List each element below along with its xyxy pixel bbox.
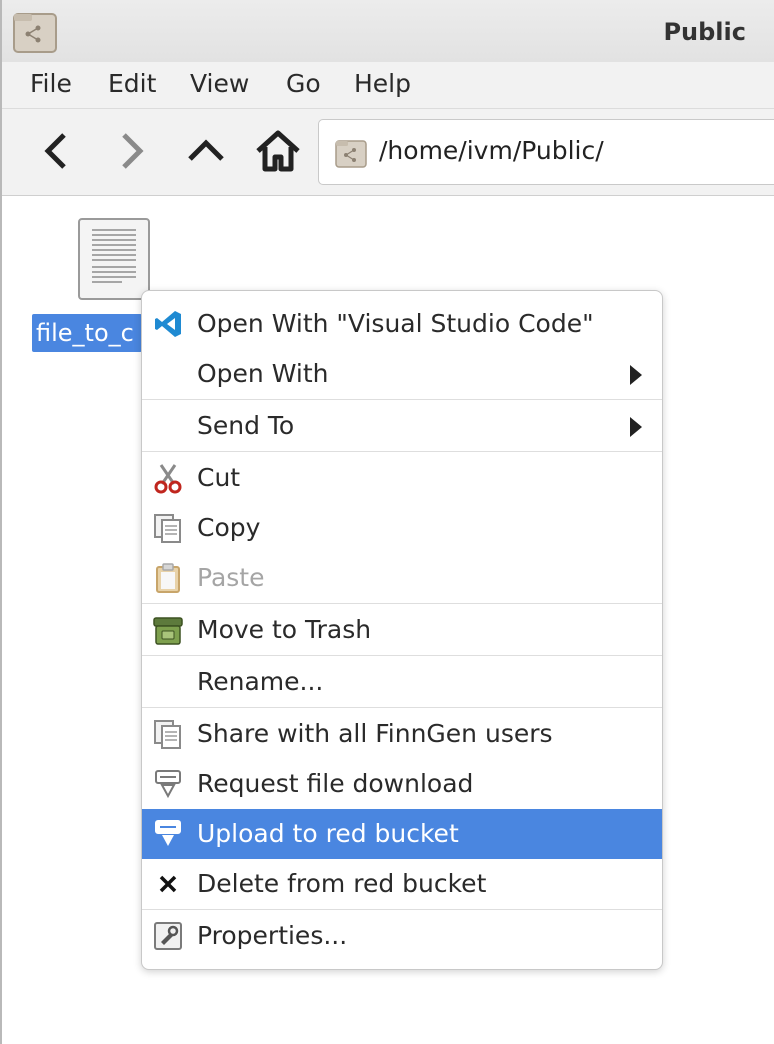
vscode-icon (155, 311, 181, 337)
menu-item-label: Open With "Visual Studio Code" (197, 309, 594, 338)
text-document-icon[interactable] (78, 218, 150, 300)
submenu-arrow-icon (630, 365, 642, 385)
menu-item-cut[interactable]: Cut (142, 453, 662, 503)
menu-item-open-with-vscode[interactable]: Open With "Visual Studio Code" (142, 299, 662, 349)
menu-view[interactable]: View (186, 69, 253, 98)
location-bar[interactable]: /home/ivm/Public/ (318, 119, 774, 185)
x-icon (159, 875, 177, 893)
paste-icon (156, 563, 180, 593)
file-manager-window: Public File Edit View Go Help /home/ivm/… (0, 0, 774, 1044)
shared-folder-icon (13, 13, 57, 53)
download-request-icon (155, 770, 181, 799)
upload-icon (155, 820, 181, 846)
context-menu: Open With "Visual Studio Code" Open With… (141, 290, 663, 970)
menu-item-label: Copy (197, 513, 261, 542)
home-icon[interactable] (254, 127, 302, 175)
menu-separator (142, 707, 662, 708)
menu-item-rename[interactable]: Rename... (142, 657, 662, 707)
menu-item-label: Open With (197, 359, 329, 388)
menu-help[interactable]: Help (350, 69, 415, 98)
trash-icon (153, 617, 183, 645)
menu-item-delete-red-bucket[interactable]: Delete from red bucket (142, 859, 662, 909)
up-arrow-icon[interactable] (182, 127, 230, 175)
menu-bar: File Edit View Go Help (2, 62, 774, 109)
scissors-icon (154, 464, 182, 494)
window-title: Public (663, 18, 746, 46)
copy-icon (154, 514, 181, 543)
forward-arrow-icon[interactable] (108, 127, 156, 175)
menu-item-properties[interactable]: Properties... (142, 911, 662, 961)
menu-item-label: Delete from red bucket (197, 869, 487, 898)
location-path[interactable]: /home/ivm/Public/ (379, 136, 604, 165)
menu-item-move-to-trash[interactable]: Move to Trash (142, 605, 662, 655)
menu-edit[interactable]: Edit (104, 69, 160, 98)
menu-separator (142, 603, 662, 604)
menu-file[interactable]: File (26, 69, 76, 98)
toolbar: /home/ivm/Public/ (2, 109, 774, 196)
menu-item-open-with[interactable]: Open With (142, 349, 662, 399)
menu-item-label: Paste (197, 563, 265, 592)
menu-item-paste: Paste (142, 553, 662, 603)
share-icon (154, 720, 181, 749)
menu-item-label: Upload to red bucket (197, 819, 459, 848)
menu-item-label: Properties... (197, 921, 348, 950)
file-name-label[interactable]: file_to_c (32, 314, 142, 352)
submenu-arrow-icon (630, 417, 642, 437)
menu-separator (142, 399, 662, 400)
menu-item-label: Move to Trash (197, 615, 372, 644)
menu-separator (142, 655, 662, 656)
menu-item-label: Rename... (197, 667, 324, 696)
title-bar: Public (2, 0, 774, 63)
menu-item-share-with-finngen[interactable]: Share with all FinnGen users (142, 709, 662, 759)
menu-item-copy[interactable]: Copy (142, 503, 662, 553)
menu-item-label: Share with all FinnGen users (197, 719, 553, 748)
menu-item-label: Cut (197, 463, 241, 492)
menu-item-send-to[interactable]: Send To (142, 401, 662, 451)
shared-folder-icon (335, 140, 367, 168)
menu-separator (142, 909, 662, 910)
menu-item-upload-red-bucket[interactable]: Upload to red bucket (142, 809, 662, 859)
back-arrow-icon[interactable] (34, 127, 82, 175)
menu-item-request-download[interactable]: Request file download (142, 759, 662, 809)
menu-go[interactable]: Go (282, 69, 325, 98)
properties-icon (154, 922, 182, 950)
menu-item-label: Request file download (197, 769, 474, 798)
menu-item-label: Send To (197, 411, 295, 440)
menu-separator (142, 451, 662, 452)
